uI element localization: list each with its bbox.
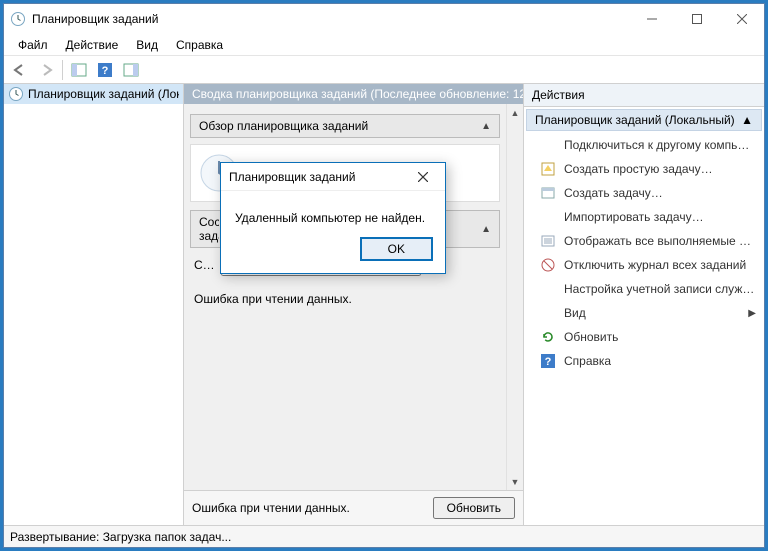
action-create-basic-task[interactable]: Создать простую задачу… xyxy=(524,157,764,181)
window-title: Планировщик заданий xyxy=(32,12,629,26)
blank-icon xyxy=(540,209,556,225)
chevron-up-icon: ▲ xyxy=(741,113,753,127)
action-disable-history[interactable]: Отключить журнал всех заданий xyxy=(524,253,764,277)
help-icon: ? xyxy=(540,353,556,369)
status-text: Загрузка папок задач... xyxy=(103,530,232,544)
svg-text:?: ? xyxy=(102,65,109,77)
history-off-icon xyxy=(540,257,556,273)
action-at-service[interactable]: Настройка учетной записи служ… xyxy=(524,277,764,301)
blank-icon xyxy=(540,305,556,321)
clock-icon xyxy=(8,86,24,102)
menu-action[interactable]: Действие xyxy=(58,36,127,54)
overview-section-header[interactable]: Обзор планировщика заданий ▲ xyxy=(190,114,500,138)
overview-section-title: Обзор планировщика заданий xyxy=(199,119,368,133)
refresh-icon xyxy=(540,329,556,345)
action-refresh[interactable]: Обновить xyxy=(524,325,764,349)
toggle-action-pane-button[interactable] xyxy=(119,58,143,82)
chevron-right-icon: ▶ xyxy=(748,308,756,319)
actions-section-header[interactable]: Планировщик заданий (Локальный) ▲ xyxy=(526,109,762,131)
dialog-ok-button[interactable]: OK xyxy=(360,237,433,261)
menu-view[interactable]: Вид xyxy=(128,36,166,54)
chevron-up-icon: ▲ xyxy=(481,224,491,235)
action-create-task[interactable]: Создать задачу… xyxy=(524,181,764,205)
app-icon xyxy=(10,11,26,27)
vertical-scrollbar[interactable]: ▲ ▼ xyxy=(506,104,523,490)
toolbar: ? xyxy=(4,56,764,84)
nav-forward-button[interactable] xyxy=(34,58,58,82)
dialog-titlebar: Планировщик заданий xyxy=(221,163,445,191)
status-label: Развертывание: xyxy=(10,530,99,544)
titlebar: Планировщик заданий xyxy=(4,4,764,34)
actions-pane: Действия Планировщик заданий (Локальный)… xyxy=(524,84,764,525)
refresh-button[interactable]: Обновить xyxy=(433,497,515,519)
minimize-button[interactable] xyxy=(629,4,674,34)
dialog-message: Удаленный компьютер не найден. xyxy=(221,191,445,237)
body: Планировщик заданий (Локальный) Сводка п… xyxy=(4,84,764,525)
dialog-close-button[interactable] xyxy=(409,167,437,187)
center-header: Сводка планировщика заданий (Последнее о… xyxy=(184,84,523,104)
task-icon xyxy=(540,185,556,201)
footer-text: Ошибка при чтении данных. xyxy=(192,501,350,515)
toolbar-separator xyxy=(62,60,63,80)
error-dialog: Планировщик заданий Удаленный компьютер … xyxy=(220,162,446,274)
tree-root-item[interactable]: Планировщик заданий (Локальный) xyxy=(4,84,183,104)
toggle-console-tree-button[interactable] xyxy=(67,58,91,82)
blank-icon xyxy=(540,137,556,153)
menu-help[interactable]: Справка xyxy=(168,36,231,54)
actions-section-title: Планировщик заданий (Локальный) xyxy=(535,113,735,127)
tree-pane: Планировщик заданий (Локальный) xyxy=(4,84,184,525)
action-show-running[interactable]: Отображать все выполняемые за… xyxy=(524,229,764,253)
action-help[interactable]: ? Справка xyxy=(524,349,764,373)
main-window: Планировщик заданий Файл Действие Вид Сп… xyxy=(3,3,765,548)
svg-text:?: ? xyxy=(545,356,552,368)
tree-root-label: Планировщик заданий (Локальный) xyxy=(28,87,179,101)
action-view-submenu[interactable]: Вид ▶ xyxy=(524,301,764,325)
list-icon xyxy=(540,233,556,249)
center-pane: Сводка планировщика заданий (Последнее о… xyxy=(184,84,524,525)
dialog-title: Планировщик заданий xyxy=(229,170,409,184)
scroll-up-icon[interactable]: ▲ xyxy=(507,104,523,121)
wizard-icon xyxy=(540,161,556,177)
menu-file[interactable]: Файл xyxy=(10,36,56,54)
action-import-task[interactable]: Импортировать задачу… xyxy=(524,205,764,229)
close-button[interactable] xyxy=(719,4,764,34)
menubar: Файл Действие Вид Справка xyxy=(4,34,764,56)
error-text: Ошибка при чтении данных. xyxy=(190,288,500,316)
scroll-track[interactable] xyxy=(507,121,523,473)
nav-back-button[interactable] xyxy=(8,58,32,82)
maximize-button[interactable] xyxy=(674,4,719,34)
actions-pane-title: Действия xyxy=(524,84,764,107)
center-footer: Ошибка при чтении данных. Обновить xyxy=(184,490,523,525)
statusbar: Развертывание: Загрузка папок задач... xyxy=(4,525,764,547)
period-label: С… xyxy=(194,258,215,272)
help-toolbar-button[interactable]: ? xyxy=(93,58,117,82)
scroll-down-icon[interactable]: ▼ xyxy=(507,473,523,490)
action-connect[interactable]: Подключиться к другому компь… xyxy=(524,133,764,157)
status-section-title: Состояние задачи xyxy=(199,215,219,243)
blank-icon xyxy=(540,281,556,297)
chevron-up-icon: ▲ xyxy=(481,121,491,132)
